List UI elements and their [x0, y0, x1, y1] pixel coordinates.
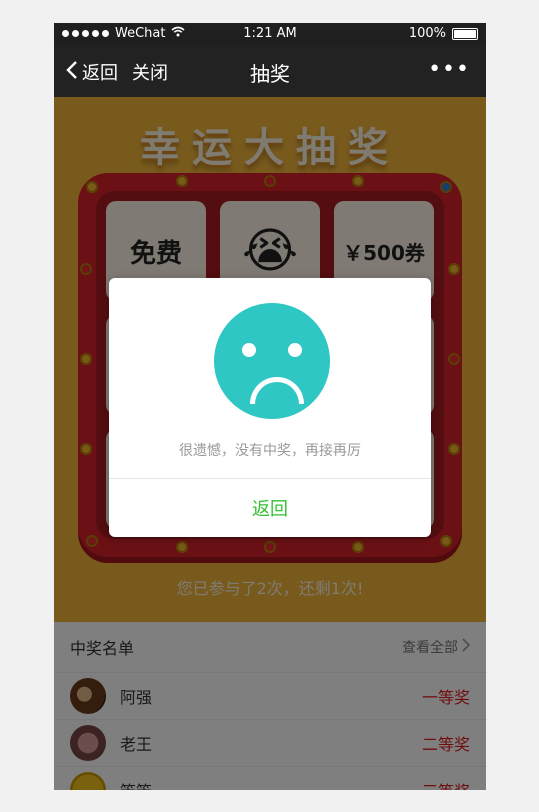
status-right: 100%: [409, 26, 478, 41]
more-dots-icon[interactable]: •••: [428, 57, 470, 82]
battery-percent: 100%: [408, 26, 446, 41]
result-message: 很遗憾，没有中奖，再接再厉: [179, 443, 361, 459]
sad-face-icon: [214, 303, 330, 419]
mouth: [250, 377, 304, 404]
return-button[interactable]: 返回: [109, 478, 431, 537]
battery-icon: [452, 27, 478, 40]
left-eye: [242, 343, 256, 357]
status-bar: WeChat 1:21 AM 100%: [54, 23, 486, 45]
result-dialog: 很遗憾，没有中奖，再接再厉 返回: [109, 278, 431, 537]
page-title: 抽奖: [250, 62, 290, 86]
phone-screen: WeChat 1:21 AM 100% 返回 关闭 抽奖 ••• 幸运大抽奖: [54, 23, 486, 790]
nav-bar: 返回 关闭 抽奖 •••: [54, 45, 486, 97]
right-eye: [288, 343, 302, 357]
